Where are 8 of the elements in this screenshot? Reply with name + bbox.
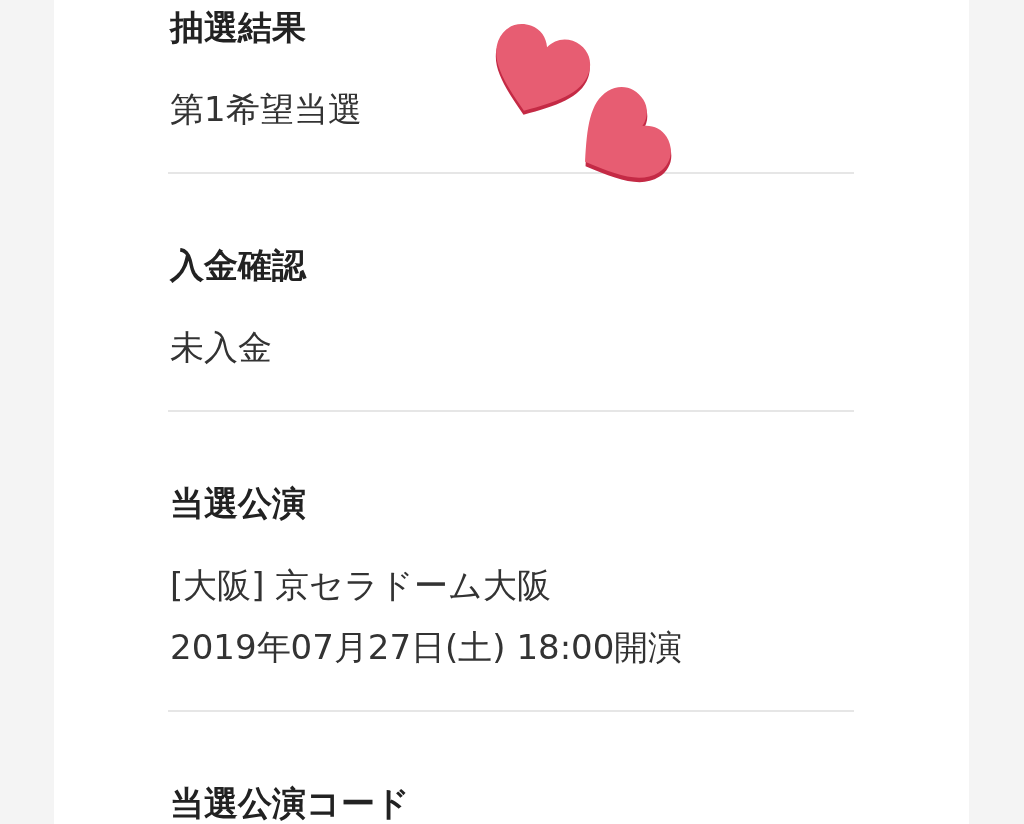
section-heading: 抽選結果 bbox=[170, 6, 307, 49]
section-value: 第1希望当選 bbox=[170, 88, 363, 131]
section-value: 未入金 bbox=[170, 326, 273, 369]
section-heading: 入金確認 bbox=[170, 244, 308, 287]
section-heading: 当選公演コード bbox=[170, 782, 411, 824]
section-value: 2019年07月27日(土) 18:00開演 bbox=[170, 626, 684, 669]
section-value: [大阪] 京セラドーム大阪 bbox=[170, 564, 553, 607]
section-heading: 当選公演 bbox=[170, 482, 307, 525]
